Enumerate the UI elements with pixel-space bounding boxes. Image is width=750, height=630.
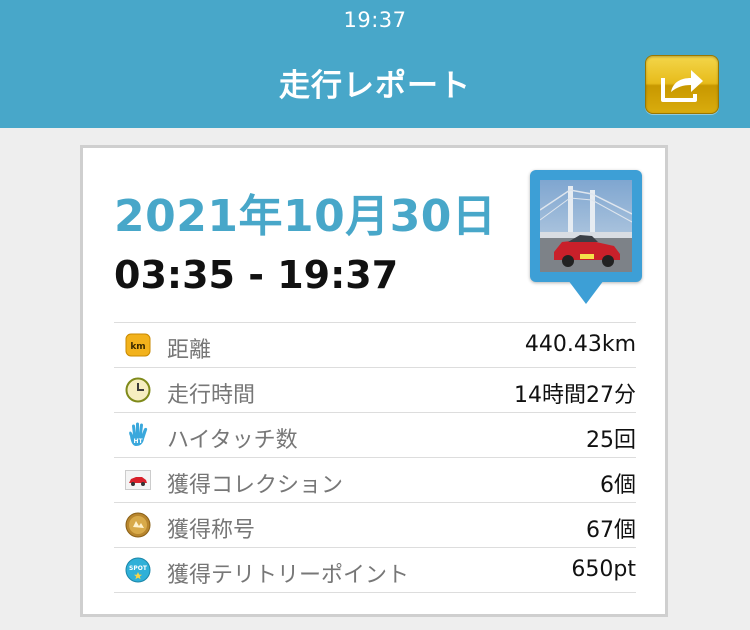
svg-text:SPOT: SPOT — [129, 565, 148, 572]
stats-list: km 距離 440.43km 走行時間 14時間27分 HT ハイタッチ数 25… — [114, 322, 636, 593]
stat-row-collection: 獲得コレクション 6個 — [114, 458, 636, 503]
share-arrow-icon — [661, 69, 703, 102]
stat-label: 獲得コレクション — [167, 473, 344, 498]
status-bar-time: 19:37 — [343, 8, 407, 32]
km-icon: km — [125, 332, 151, 358]
nav-header: 19:37 走行レポート — [0, 0, 750, 128]
medal-icon — [125, 512, 151, 538]
hand-icon: HT — [125, 422, 151, 448]
svg-text:km: km — [130, 342, 145, 352]
report-card: 2021年10月30日 03:35 - 19:37 km 距離 440.43km… — [80, 145, 668, 617]
stat-value: 67個 — [586, 518, 636, 543]
stat-label: 距離 — [167, 338, 212, 363]
stat-label: ハイタッチ数 — [167, 428, 298, 453]
clock-icon — [125, 377, 151, 403]
stat-row-drive-time: 走行時間 14時間27分 — [114, 368, 636, 413]
report-date: 2021年10月30日 — [114, 191, 497, 242]
trip-photo — [540, 180, 632, 272]
stat-value: 650pt — [571, 557, 636, 582]
stat-value: 25回 — [586, 428, 636, 453]
stat-row-high-touch: HT ハイタッチ数 25回 — [114, 413, 636, 458]
page-title: 走行レポート — [279, 68, 471, 104]
report-time-range: 03:35 - 19:37 — [114, 253, 399, 297]
stat-value: 6個 — [600, 473, 636, 498]
stat-label: 獲得称号 — [167, 518, 256, 543]
photo-pin-icon[interactable] — [530, 170, 642, 308]
stat-row-territory: SPOT 獲得テリトリーポイント 650pt — [114, 548, 636, 593]
stat-row-distance: km 距離 440.43km — [114, 323, 636, 368]
car-icon — [125, 467, 151, 493]
pin-frame — [530, 170, 642, 282]
stat-value: 14時間27分 — [514, 383, 636, 408]
pin-tail — [568, 280, 604, 304]
stat-value: 440.43km — [524, 332, 636, 357]
stat-label: 獲得テリトリーポイント — [167, 563, 410, 588]
stat-row-titles: 獲得称号 67個 — [114, 503, 636, 548]
spot-icon: SPOT — [125, 557, 151, 583]
stat-label: 走行時間 — [167, 383, 256, 408]
svg-text:HT: HT — [133, 438, 143, 445]
share-button[interactable] — [645, 55, 719, 114]
